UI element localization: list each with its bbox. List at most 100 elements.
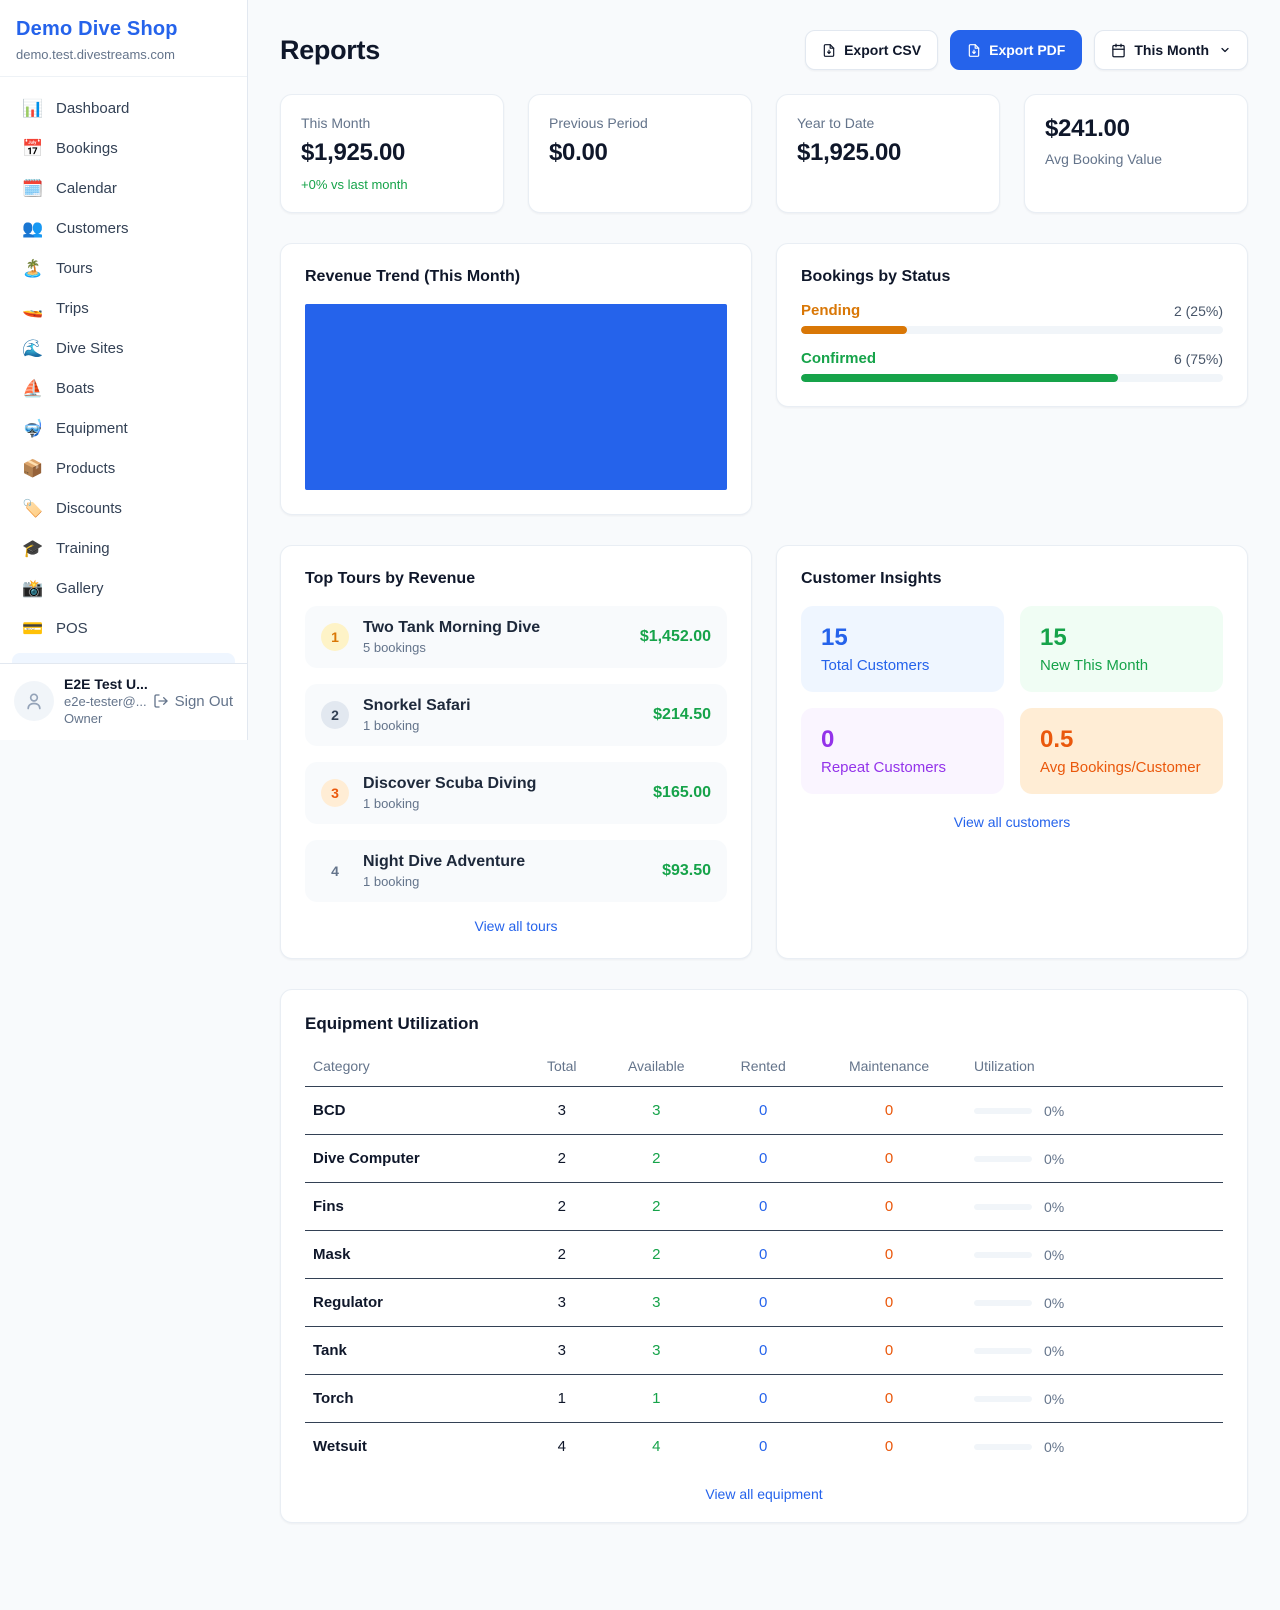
- customer-insights-card: Customer Insights 15Total Customers15New…: [776, 545, 1248, 959]
- user-email: e2e-tester@...: [64, 694, 143, 709]
- boats-icon: ⛵: [22, 380, 44, 397]
- view-all-customers-link[interactable]: View all customers: [801, 814, 1223, 830]
- insight-tile: 15New This Month: [1020, 606, 1223, 692]
- sidebar-item-training[interactable]: 🎓Training: [12, 533, 235, 564]
- export-csv-button[interactable]: Export CSV: [805, 30, 938, 70]
- equipment-utilization-card: Equipment Utilization CategoryTotalAvail…: [280, 989, 1248, 1523]
- sidebar-item-discounts[interactable]: 🏷️Discounts: [12, 493, 235, 524]
- sidebar-item-customers[interactable]: 👥Customers: [12, 213, 235, 244]
- sidebar-item-pos[interactable]: 💳POS: [12, 613, 235, 644]
- equipment-maintenance: 0: [812, 1183, 966, 1231]
- insight-tile: 0 Repeat Customers: [801, 708, 1004, 794]
- equipment-total: 3: [525, 1279, 598, 1327]
- tour-row[interactable]: 4Night Dive Adventure1 booking$93.50: [305, 840, 727, 902]
- sidebar-item-label: Dive Sites: [56, 340, 124, 357]
- insight-value: 0: [821, 726, 984, 754]
- sign-out-label: Sign Out: [175, 693, 233, 710]
- equipment-total: 1: [525, 1375, 598, 1423]
- view-all-equipment-link[interactable]: View all equipment: [305, 1486, 1223, 1502]
- sidebar-item-calendar[interactable]: 🗓️Calendar: [12, 173, 235, 204]
- equipment-rented: 0: [714, 1375, 812, 1423]
- gallery-icon: 📸: [22, 580, 44, 597]
- table-row: Mask22000%: [305, 1231, 1223, 1279]
- bookings-by-status-card: Bookings by Status Pending2 (25%)Confirm…: [776, 243, 1248, 407]
- tour-row[interactable]: 1Two Tank Morning Dive5 bookings$1,452.0…: [305, 606, 727, 668]
- stat-value: $0.00: [549, 139, 731, 167]
- period-dropdown[interactable]: This Month: [1094, 30, 1248, 70]
- insight-tile: 15Total Customers: [801, 606, 1004, 692]
- tour-info: Discover Scuba Diving1 booking: [363, 775, 639, 811]
- utilization-percent: 0%: [1044, 1151, 1064, 1167]
- utilization-bar: 0%: [974, 1247, 1215, 1263]
- insight-tile: 0.5Avg Bookings/Customer: [1020, 708, 1223, 794]
- tours-icon: 🏝️: [22, 260, 44, 277]
- sidebar-item-boats[interactable]: ⛵Boats: [12, 373, 235, 404]
- file-download-icon: [822, 43, 836, 58]
- sidebar-item-trips[interactable]: 🚤Trips: [12, 293, 235, 324]
- sign-out-button[interactable]: Sign Out: [153, 693, 233, 710]
- status-rows: Pending2 (25%)Confirmed6 (75%): [801, 302, 1223, 382]
- column-header-category: Category: [305, 1046, 525, 1087]
- dive-sites-icon: 🌊: [22, 340, 44, 357]
- tour-info: Night Dive Adventure 1 booking: [363, 853, 648, 889]
- sidebar-item-equipment[interactable]: 🤿Equipment: [12, 413, 235, 444]
- equipment-table-body: BCD33000%Dive Computer22000%Fins22000%Ma…: [305, 1087, 1223, 1471]
- status-row-header: Confirmed6 (75%): [801, 350, 1223, 367]
- shop-header: Demo Dive Shop demo.test.divestreams.com: [0, 0, 247, 77]
- insight-label: Repeat Customers: [821, 759, 984, 776]
- customer-insights-title: Customer Insights: [801, 570, 1223, 588]
- table-row: Tank33000%: [305, 1327, 1223, 1375]
- sidebar-item-label: Dashboard: [56, 100, 129, 117]
- status-row: Confirmed6 (75%): [801, 350, 1223, 382]
- view-all-tours-link[interactable]: View all tours: [305, 918, 727, 934]
- equipment-available: 3: [598, 1327, 714, 1375]
- equipment-rented: 0: [714, 1231, 812, 1279]
- tour-row[interactable]: 3Discover Scuba Diving1 booking$165.00: [305, 762, 727, 824]
- equipment-rented: 0: [714, 1279, 812, 1327]
- sidebar-item-label: Products: [56, 460, 115, 477]
- equipment-total: 2: [525, 1135, 598, 1183]
- sidebar-item-label: POS: [56, 620, 88, 637]
- equipment-total: 4: [525, 1423, 598, 1471]
- status-bar-track: [801, 326, 1223, 334]
- sidebar-item-dashboard[interactable]: 📊Dashboard: [12, 93, 235, 124]
- rank-badge: 3: [321, 779, 349, 807]
- tour-bookings: 1 booking: [363, 874, 648, 889]
- tour-bookings: 5 bookings: [363, 640, 626, 655]
- equipment-maintenance: 0: [812, 1087, 966, 1135]
- file-download-icon: [967, 43, 981, 58]
- calendar-icon: [1111, 43, 1126, 58]
- utilization-percent: 0%: [1044, 1343, 1064, 1359]
- sidebar-item-gallery[interactable]: 📸Gallery: [12, 573, 235, 604]
- sidebar-item-products[interactable]: 📦 Products: [12, 453, 235, 484]
- sidebar-item-bookings[interactable]: 📅Bookings: [12, 133, 235, 164]
- page-header: Reports Export CSV Export PDF This Month: [280, 30, 1248, 70]
- user-name: E2E Test U...: [64, 676, 143, 692]
- utilization-bar: 0%: [974, 1391, 1215, 1407]
- products-icon: 📦: [22, 460, 44, 477]
- export-pdf-button[interactable]: Export PDF: [950, 30, 1082, 70]
- shop-name[interactable]: Demo Dive Shop: [16, 18, 231, 41]
- status-label: Confirmed: [801, 350, 876, 367]
- tour-list: 1Two Tank Morning Dive5 bookings$1,452.0…: [305, 606, 727, 902]
- tour-revenue: $214.50: [653, 706, 711, 724]
- rank-badge: 4: [321, 857, 349, 885]
- bookings-icon: 📅: [22, 140, 44, 157]
- sidebar-item-reports-partial[interactable]: [12, 653, 235, 663]
- stat-value: $241.00: [1045, 115, 1227, 143]
- equipment-table-header: CategoryTotalAvailableRentedMaintenanceU…: [305, 1046, 1223, 1087]
- tour-name: Night Dive Adventure: [363, 853, 648, 871]
- sidebar-item-dive-sites[interactable]: 🌊 Dive Sites: [12, 333, 235, 364]
- sidebar-item-tours[interactable]: 🏝️Tours: [12, 253, 235, 284]
- equipment-maintenance: 0: [812, 1375, 966, 1423]
- equipment-utilization: 0%: [966, 1183, 1223, 1231]
- tour-row[interactable]: 2Snorkel Safari1 booking$214.50: [305, 684, 727, 746]
- utilization-bar: 0%: [974, 1103, 1215, 1119]
- stat-card-previous-period: Previous Period $0.00: [528, 94, 752, 213]
- tour-info: Snorkel Safari1 booking: [363, 697, 639, 733]
- equipment-utilization: 0%: [966, 1375, 1223, 1423]
- equipment-total: 3: [525, 1327, 598, 1375]
- utilization-track: [974, 1252, 1032, 1258]
- utilization-bar: 0%: [974, 1439, 1215, 1455]
- utilization-bar: 0%: [974, 1151, 1215, 1167]
